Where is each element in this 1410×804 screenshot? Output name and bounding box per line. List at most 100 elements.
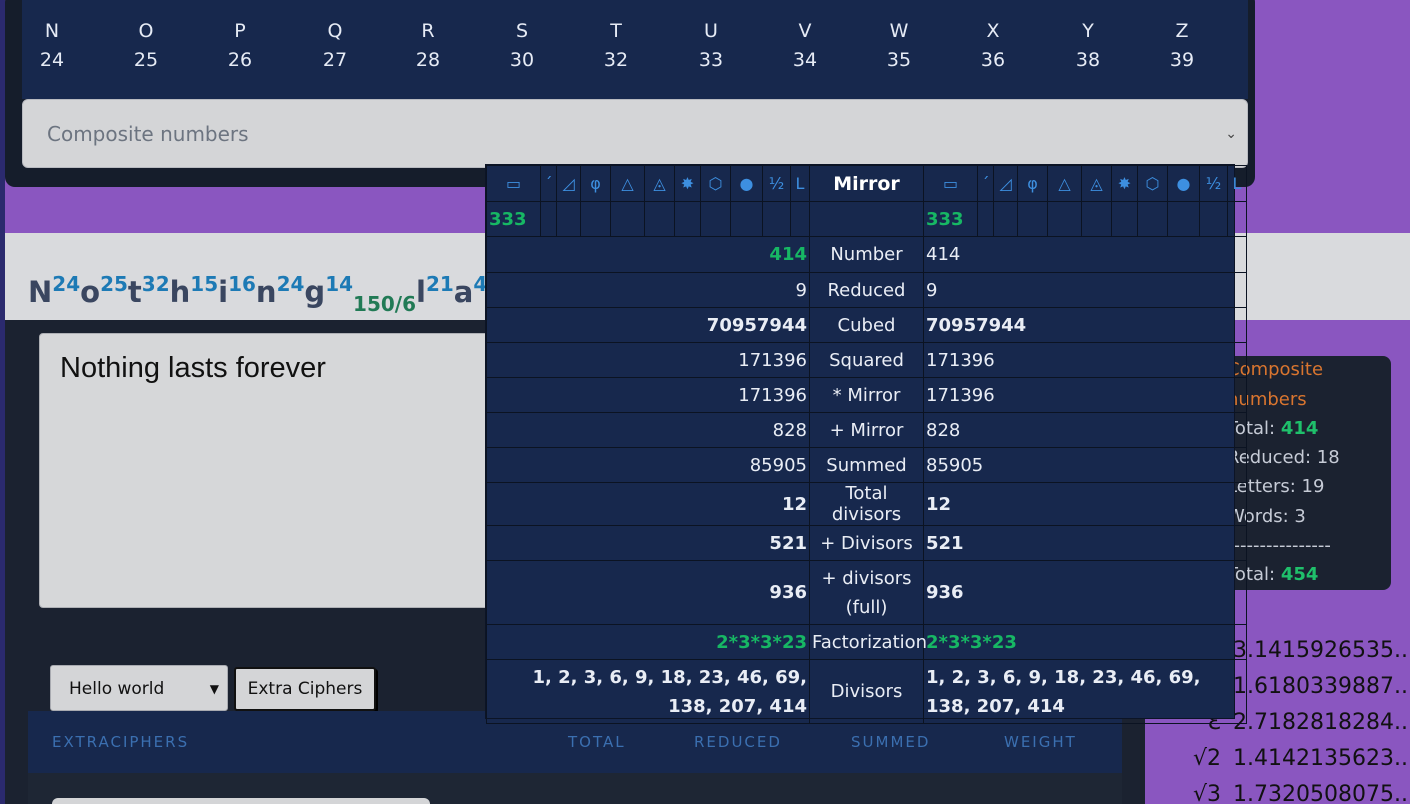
property-value-left: 9 [486,272,810,308]
number-properties-popup: ▭ ´ ◿ φ △ ◬ ✸ ⬡ ● ½ L Mirror ▭ ´ ◿ φ △ ◬ ✸ ⬡ ● ½ L 333 333 414 Num… [485,164,1247,724]
property-row: 521 + Divisors 521 [486,525,1247,561]
col-total[interactable]: TOTAL [568,733,626,751]
letter-value: 27 [322,49,348,71]
value-left: 333 [486,201,541,237]
breakdown-char[interactable]: h15 [170,272,219,309]
property-value-right: 12 [923,482,1247,526]
letter-cell: V 34 [775,17,835,75]
property-label: Divisors [809,659,924,724]
shape-icon[interactable]: ▭ [923,165,978,202]
property-value-left: 171396 [486,377,810,413]
col-summed[interactable]: SUMMED [851,733,930,751]
property-value-right: 936 [923,560,1247,625]
shape-icon[interactable]: ◬ [1081,165,1112,202]
summary-total-value: 414 [1280,418,1319,439]
letter-value: 25 [133,49,159,71]
letter-cell: U 33 [681,17,741,75]
constant-value: 3.1415926535... [1233,638,1410,663]
property-value-left: 521 [486,525,810,561]
letter-value: 35 [886,49,912,71]
constant-row: √2 1.4142135623... [1145,746,1410,771]
empty-cell [730,201,763,237]
property-label: + divisors (full) [809,560,924,625]
empty-cell [1111,201,1138,237]
breakdown-char[interactable]: N24 [28,272,80,309]
letter-label: S [515,20,529,42]
letter-value: 36 [980,49,1006,71]
letter-value-grid: N 24 O 25 P 26 Q 27 R 28 S 30 T 32 U 33 V 34 W 35 X 36 Y 38 Z 39 [22,0,1248,99]
shape-icon[interactable]: ½ [1199,165,1228,202]
letter-label: V [798,20,812,42]
word-total: 150/6 [353,292,416,316]
breakdown-char[interactable]: l21 [416,272,454,309]
shape-icon[interactable]: ✸ [674,165,701,202]
shape-icon[interactable]: ´ [977,165,994,202]
shape-icon[interactable]: ✸ [1111,165,1138,202]
shape-icon[interactable]: ´ [540,165,557,202]
property-row: 1, 2, 3, 6, 9, 18, 23, 46, 69, 138, 207,… [486,659,1247,724]
shape-icon[interactable]: φ [580,165,611,202]
constant-value: 2.7182818284... [1233,710,1410,735]
shape-icon[interactable]: △ [610,165,645,202]
property-value-left: 12 [486,482,810,526]
shape-icon[interactable]: L [1227,165,1247,202]
extra-cipher-input[interactable] [52,798,430,804]
empty-cell [556,201,581,237]
shape-icon[interactable]: ◬ [644,165,675,202]
property-value-left: 85905 [486,447,810,483]
mirror-header: Mirror [809,165,924,202]
letter-value: 30 [509,49,535,71]
breakdown-char[interactable]: t32 [128,272,170,309]
property-value-left: 2*3*3*23 [486,624,810,660]
shape-icon[interactable]: L [790,165,810,202]
property-label: Reduced [809,272,924,308]
property-row: 70957944 Cubed 70957944 [486,307,1247,343]
shape-icon[interactable]: ½ [762,165,791,202]
breakdown-char[interactable]: n24 [256,272,305,309]
number-properties-table: ▭ ´ ◿ φ △ ◬ ✸ ⬡ ● ½ L Mirror ▭ ´ ◿ φ △ ◬ ✸ ⬡ ● ½ L 333 333 414 Num… [486,165,1247,724]
popup-value-row: 333 333 [486,201,1247,237]
empty-cell [993,201,1018,237]
shape-icon[interactable]: ● [730,165,763,202]
letter-value: 24 [39,49,65,71]
cipher-select[interactable]: Composite numbers ⌄ [22,99,1248,168]
phrase-preset-select[interactable]: Hello world ▼ [50,665,228,711]
chevron-down-icon: ⌄ [1225,126,1237,142]
shape-icon[interactable]: ⬡ [700,165,731,202]
property-row: 414 Number 414 [486,236,1247,273]
letter-value: 39 [1169,49,1195,71]
col-weight[interactable]: WEIGHT [1004,733,1077,751]
empty-cell [700,201,731,237]
letter-cell: X 36 [963,17,1023,75]
shape-icon[interactable]: φ [1017,165,1048,202]
shape-icon[interactable]: ● [1167,165,1200,202]
shape-icon[interactable]: ▭ [486,165,541,202]
empty-cell [1017,201,1048,237]
extra-ciphers-row [28,773,1122,804]
letter-label: W [889,20,909,42]
property-value-right: 70957944 [923,307,1247,343]
shape-icon[interactable]: △ [1047,165,1082,202]
phrase-input[interactable]: Nothing lasts forever [39,333,509,608]
letter-cell: R 28 [398,17,458,75]
letter-cell: O 25 [116,17,176,75]
property-row: 936 + divisors (full) 936 [486,560,1247,625]
breakdown-char[interactable]: a4 [454,272,488,309]
letter-label: U [704,20,718,42]
shape-icon[interactable]: ◿ [993,165,1018,202]
constant-symbol: √3 [1192,782,1221,804]
breakdown-char[interactable]: i16 [218,272,256,309]
property-label: + Divisors [809,525,924,561]
extraciphers-heading: EXTRACIPHERS [52,733,190,751]
property-value-left: 414 [486,236,810,273]
letter-cell: Z 39 [1152,17,1212,75]
empty-cell [1227,201,1247,237]
col-reduced[interactable]: REDUCED [694,733,782,751]
shape-icon[interactable]: ◿ [556,165,581,202]
letter-label: R [421,20,435,42]
breakdown-char[interactable]: g14 [304,272,353,309]
breakdown-char[interactable]: o25 [80,272,128,309]
extra-ciphers-button[interactable]: Extra Ciphers [234,667,376,711]
property-label: Total divisors [809,482,924,526]
shape-icon[interactable]: ⬡ [1137,165,1168,202]
